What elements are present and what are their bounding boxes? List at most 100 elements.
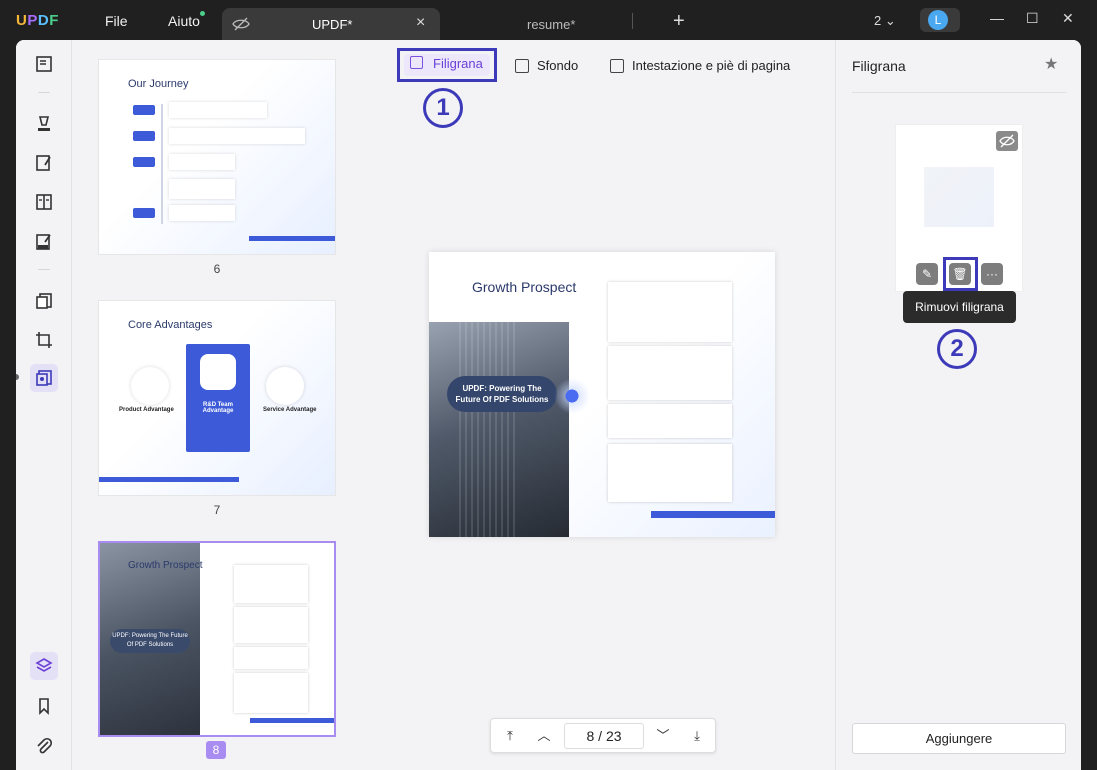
advantage-label: Product Advantage — [119, 407, 174, 413]
bookmark-icon[interactable] — [32, 694, 56, 718]
timeline-card — [169, 154, 235, 170]
tab-header-footer[interactable]: Intestazione e piè di pagina — [610, 58, 790, 73]
thumb-title: Growth Prospect — [128, 560, 203, 571]
text-card — [608, 346, 732, 400]
page-number-input[interactable]: 8 / 23 — [564, 723, 644, 749]
watermark-card[interactable]: ✎ 🗑 ··· — [895, 124, 1023, 292]
timeline-badge — [133, 131, 155, 141]
watermark-preview — [924, 167, 994, 227]
maximize-icon[interactable]: ☐ — [1026, 10, 1039, 27]
highlighter-icon[interactable] — [32, 112, 56, 136]
new-tab-icon[interactable]: + — [673, 10, 685, 33]
edit-pdf-icon[interactable] — [32, 151, 56, 175]
thumb-badge: UPDF: Powering The Future Of PDF Solutio… — [110, 629, 190, 653]
layers-icon[interactable] — [30, 652, 58, 680]
timeline-badge — [133, 208, 155, 218]
page-tools-icon[interactable] — [30, 364, 58, 392]
organize-pages-icon[interactable] — [32, 289, 56, 313]
avatar-initial: L — [928, 10, 948, 30]
thumb-page-number: 6 — [213, 262, 221, 276]
text-card — [234, 565, 308, 603]
eye-off-icon — [232, 16, 250, 37]
timeline-card — [169, 102, 267, 118]
app-root: UPDF File Aiuto UPDF* × resume* + 2 ⌄ L … — [0, 0, 1097, 770]
remove-watermark-tooltip: Rimuovi filigrana — [903, 291, 1016, 323]
tab-label: UPDF* — [312, 17, 353, 32]
document-area: Filigrana Sfondo Intestazione e piè di p… — [370, 40, 835, 770]
page-navigator: ⤒ ︿ 8 / 23 ﹀ ⤓ — [490, 718, 716, 753]
watermark-icon — [410, 56, 423, 69]
tab-header-footer-label: Intestazione e piè di pagina — [632, 58, 791, 73]
app-logo: UPDF — [16, 12, 59, 29]
advantage-icon — [131, 367, 169, 405]
advantage-icon — [266, 367, 304, 405]
next-page-icon[interactable]: ﹀ — [654, 727, 672, 745]
page-title: Growth Prospect — [472, 279, 577, 295]
menu-help[interactable]: Aiuto — [168, 13, 200, 29]
more-icon[interactable]: ··· — [981, 263, 1003, 285]
advantage-label: R&D Team Advantage — [202, 402, 234, 414]
timeline-card — [169, 128, 305, 144]
page-badge: UPDF: Powering The Future Of PDF Solutio… — [447, 376, 557, 412]
previous-page-icon[interactable]: ︿ — [535, 727, 553, 745]
star-icon[interactable]: ★ — [1044, 54, 1058, 74]
tab-watermark-label: Filigrana — [433, 56, 483, 71]
tab-background[interactable]: Sfondo — [515, 58, 578, 73]
text-card — [234, 607, 308, 643]
tab-updf[interactable]: UPDF* × — [222, 8, 440, 40]
left-toolbar — [16, 40, 72, 770]
building-image — [429, 312, 569, 537]
window-count[interactable]: 2 ⌄ — [874, 13, 896, 29]
footer-bar — [99, 477, 239, 482]
tab-divider — [632, 13, 633, 29]
sign-icon[interactable] — [32, 230, 56, 254]
close-tab-icon[interactable]: × — [416, 14, 425, 32]
toolbar-divider — [38, 269, 50, 270]
thumbnail-page-7[interactable]: Core Advantages Product Advantage R&D Te… — [98, 300, 336, 496]
last-page-icon[interactable]: ⤓ — [688, 727, 706, 745]
background-icon — [515, 58, 529, 73]
thumb-title: Core Advantages — [128, 319, 213, 331]
add-button[interactable]: Aggiungere — [852, 723, 1066, 754]
toolbar-divider — [38, 92, 50, 93]
crop-icon[interactable] — [32, 328, 56, 352]
watermark-toolbar: Filigrana Sfondo Intestazione e piè di p… — [370, 40, 835, 90]
first-page-icon[interactable]: ⤒ — [501, 727, 519, 745]
tab-watermark[interactable]: Filigrana — [397, 48, 497, 82]
edit-icon[interactable]: ✎ — [916, 263, 938, 285]
text-card — [608, 444, 732, 502]
minimize-icon[interactable]: — — [990, 10, 1004, 26]
hub-dot — [554, 378, 590, 414]
eye-off-icon[interactable] — [996, 131, 1018, 151]
callout-one: 1 — [423, 88, 463, 128]
timeline-card — [169, 179, 235, 199]
thumb-title: Our Journey — [128, 78, 189, 90]
text-card — [608, 404, 732, 438]
panel-title: Filigrana — [852, 58, 906, 74]
callout-two: 2 — [937, 329, 977, 369]
timeline-badge — [133, 157, 155, 167]
reader-icon[interactable] — [32, 52, 56, 76]
tab-resume[interactable]: resume* — [527, 17, 575, 32]
chevron-down-icon: ⌄ — [884, 13, 896, 28]
main-window: Our Journey 6 Core Advantages Product Ad… — [16, 40, 1081, 770]
thumb-page-number: 7 — [213, 503, 221, 517]
close-window-icon[interactable]: ✕ — [1062, 10, 1074, 27]
watermark-panel: Filigrana ★ ✎ 🗑 ··· Rimuovi filigrana 2 … — [835, 40, 1081, 770]
pdf-page: Growth Prospect UPDF: Powering The Futur… — [429, 252, 775, 537]
notification-dot — [200, 11, 205, 16]
thumbnail-page-6[interactable]: Our Journey — [98, 59, 336, 255]
footer-bar — [250, 718, 334, 723]
timeline-badge — [133, 105, 155, 115]
delete-highlight — [943, 257, 978, 291]
thumbnail-page-8[interactable]: Growth Prospect UPDF: Powering The Futur… — [98, 541, 336, 737]
active-indicator — [16, 374, 19, 380]
attachment-icon[interactable] — [32, 734, 56, 758]
menu-file[interactable]: File — [105, 13, 128, 29]
advantage-label: Service Advantage — [263, 407, 317, 413]
advantage-icon — [200, 354, 236, 390]
user-avatar[interactable]: L — [920, 8, 960, 32]
form-icon[interactable] — [32, 190, 56, 214]
text-card — [234, 673, 308, 713]
timeline-line — [161, 104, 163, 224]
